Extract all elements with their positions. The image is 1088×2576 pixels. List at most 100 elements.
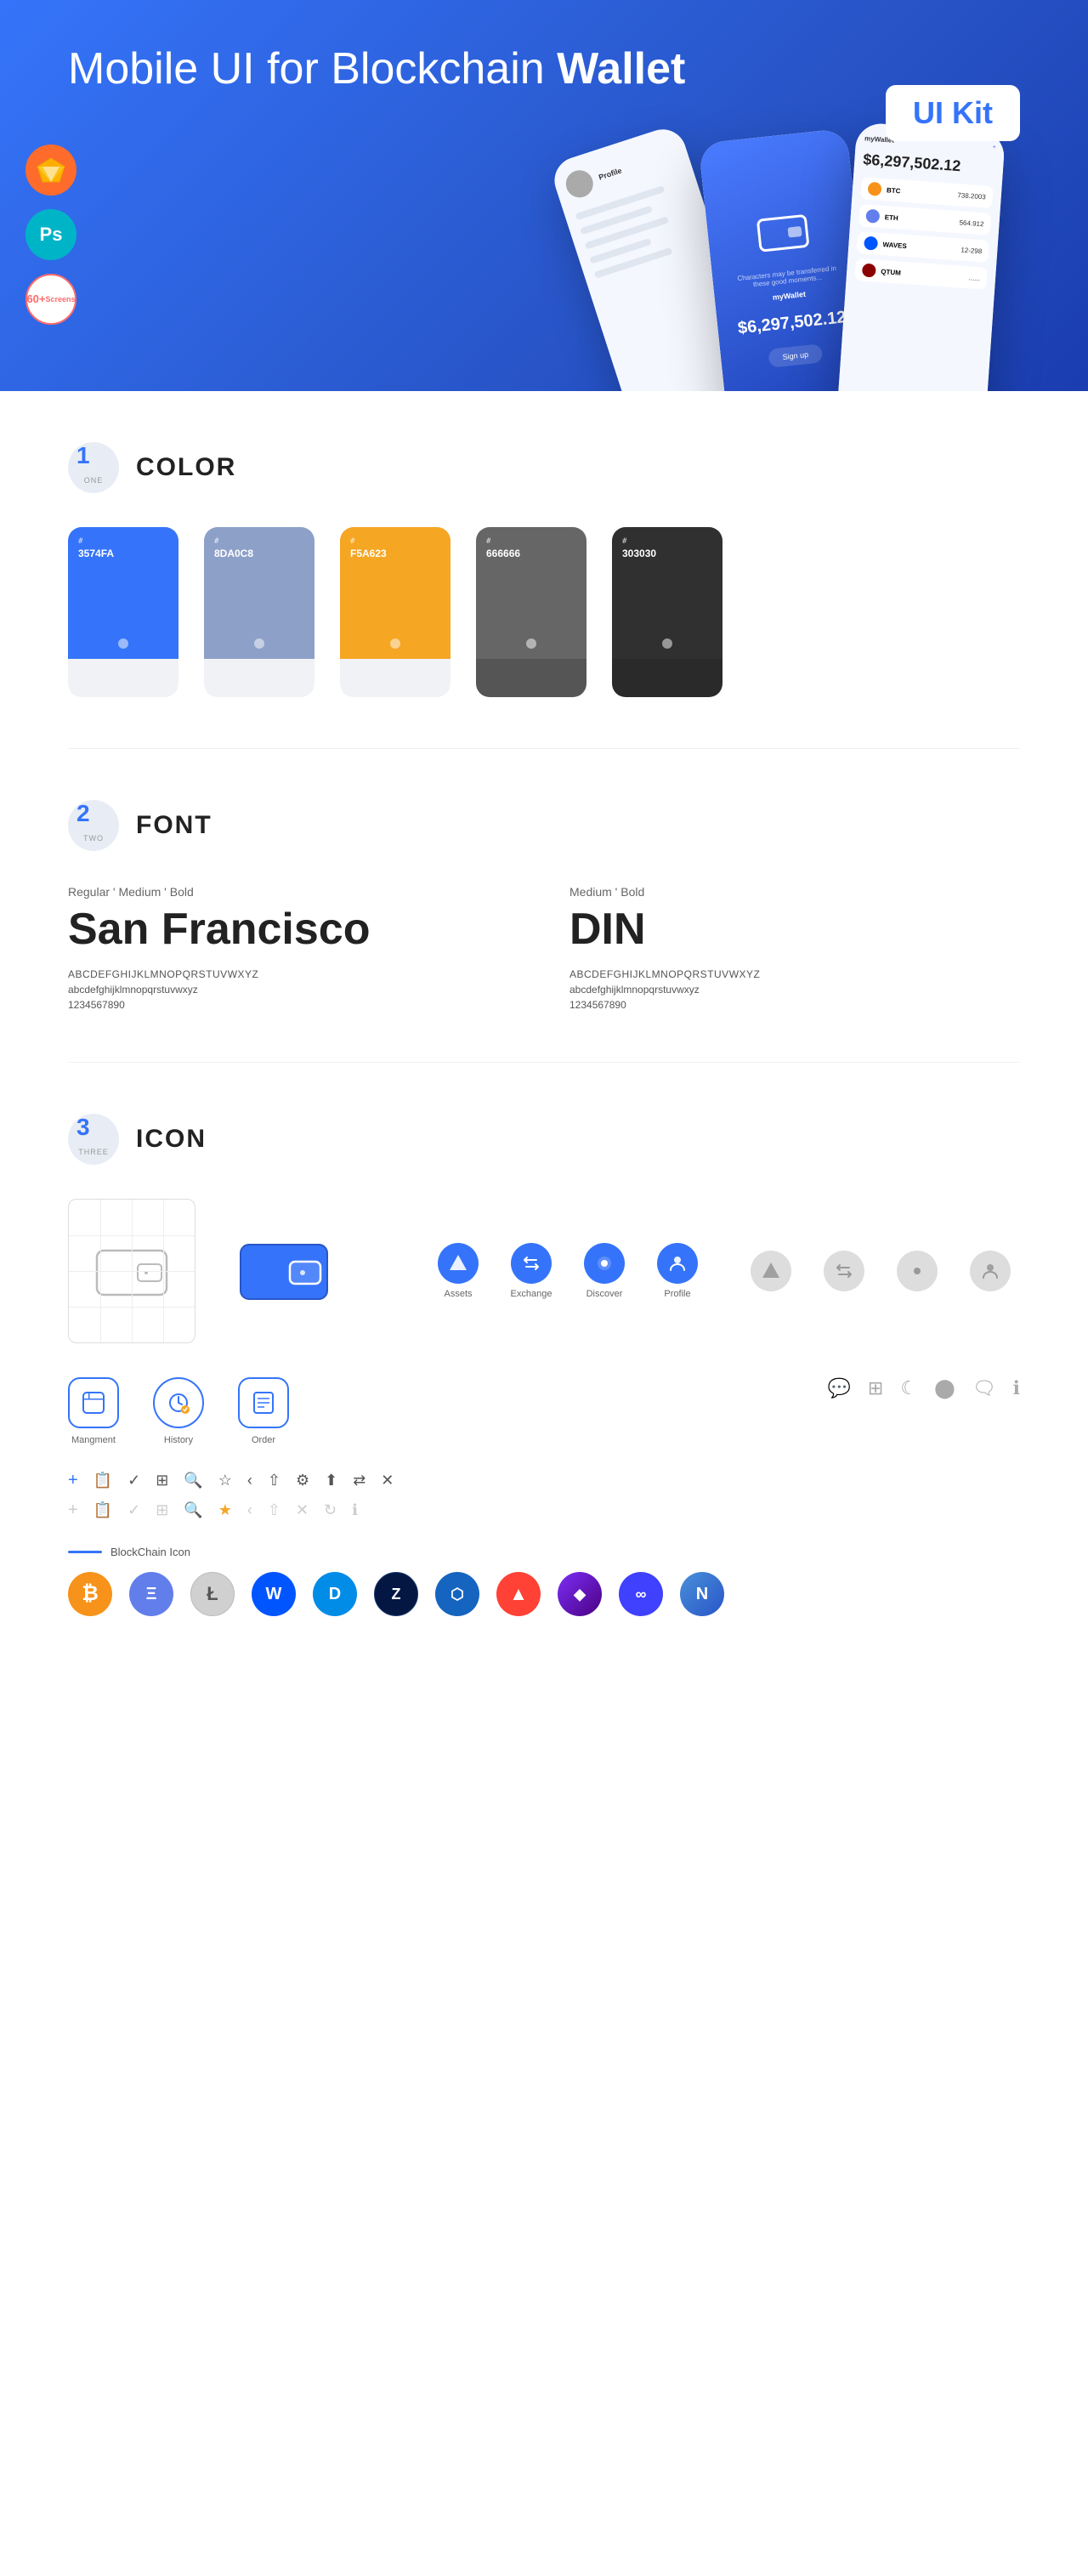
- qr-icon: ⊞: [156, 1472, 168, 1489]
- color-section: 1 ONE COLOR # 3574FA # 8DA0C8 # F5A623: [0, 391, 1088, 748]
- hero-title-regular: Mobile UI for Blockchain: [68, 44, 557, 94]
- plus-icon: +: [68, 1471, 78, 1490]
- color-swatches: # 3574FA # 8DA0C8 # F5A623 #: [68, 527, 1020, 697]
- clipboard-grey-icon: 📋: [94, 1501, 112, 1519]
- management-icon-box: [68, 1377, 119, 1428]
- font-section: 2 TWO FONT Regular ' Medium ' Bold San F…: [0, 749, 1088, 1062]
- icon-discover-grey: [887, 1251, 947, 1291]
- icon-wireframe: [68, 1199, 196, 1343]
- font-section-number: 2 TWO: [68, 800, 119, 851]
- icon-assets-grey: [741, 1251, 801, 1291]
- icon-profile: Profile: [648, 1243, 707, 1299]
- phone-right: myWallet + $6,297,502.12 BTC 738.2003: [836, 122, 1006, 391]
- check-icon: ✓: [128, 1472, 140, 1489]
- swatch-grey: # 666666: [476, 527, 586, 697]
- swatch-orange: # F5A623: [340, 527, 450, 697]
- crypto-nano: N: [680, 1572, 724, 1616]
- chevron-left-icon: ‹: [247, 1472, 252, 1489]
- qr-grey-icon: ⊞: [156, 1501, 168, 1519]
- icon-exchange: Exchange: [502, 1243, 561, 1299]
- hero-title: Mobile UI for Blockchain Wallet: [68, 43, 685, 95]
- hero-title-bold: Wallet: [557, 44, 685, 94]
- info-grey-icon: ℹ: [352, 1501, 358, 1519]
- font-san-francisco: Regular ' Medium ' Bold San Francisco AB…: [68, 885, 518, 1011]
- cross-grey-icon: ✕: [296, 1501, 309, 1519]
- share-icon: ⇧: [268, 1472, 280, 1489]
- redo-grey-icon: ↻: [324, 1501, 337, 1519]
- crypto-icons-row: ₿ Ξ Ł W D Z ⬡ ▲ ◆: [68, 1572, 1020, 1616]
- crypto-dash: D: [313, 1572, 357, 1616]
- layers-icon: ⊞: [868, 1377, 883, 1399]
- icon-colored-wallet: [221, 1199, 348, 1343]
- plus-grey-icon: +: [68, 1501, 78, 1520]
- clipboard-icon: 📋: [94, 1472, 112, 1489]
- chevron-left-grey-icon: ‹: [247, 1501, 252, 1519]
- sketch-badge: [26, 145, 76, 196]
- history-icon-circle: [153, 1377, 204, 1428]
- star-yellow-icon: ★: [218, 1501, 232, 1519]
- crypto-poly: ∞: [619, 1572, 663, 1616]
- screens-badge: 60+Screens: [26, 274, 76, 325]
- crypto-btc: ₿: [68, 1572, 112, 1616]
- upload-icon: ⬆: [325, 1472, 337, 1489]
- gear-icon: ⚙: [296, 1472, 309, 1489]
- assets-icon-grey: [751, 1251, 791, 1291]
- circle-icon: ⬤: [934, 1377, 955, 1399]
- hero-section: Mobile UI for Blockchain Wallet UI Kit P…: [0, 0, 1088, 391]
- swatch-blue: # 3574FA: [68, 527, 178, 697]
- search-icon: 🔍: [184, 1472, 202, 1489]
- section-header-icon: 3 THREE ICON: [68, 1114, 1020, 1165]
- icon-section-title: ICON: [136, 1125, 207, 1154]
- hero-badges: Ps 60+Screens: [26, 145, 76, 325]
- app-icon-management: Mangment: [68, 1377, 119, 1445]
- nav-icons-row: Assets Exchange Discover: [428, 1243, 707, 1299]
- utility-icons-grey-row: + 📋 ✓ ⊞ 🔍 ★ ‹ ⇧ ✕ ↻ ℹ: [68, 1501, 1020, 1520]
- app-icon-order: Order: [238, 1377, 289, 1445]
- icon-section-number: 3 THREE: [68, 1114, 119, 1165]
- crypto-zen: Z: [374, 1572, 418, 1616]
- section-header-font: 2 TWO FONT: [68, 800, 1020, 851]
- arrows-icon: ⇄: [353, 1472, 366, 1489]
- crypto-waves: W: [252, 1572, 296, 1616]
- ps-badge: Ps: [26, 209, 76, 260]
- utility-icons-row: + 📋 ✓ ⊞ 🔍 ☆ ‹ ⇧ ⚙ ⬆ ⇄ ✕: [68, 1471, 1020, 1490]
- ui-kit-badge: UI Kit: [886, 85, 1020, 141]
- blockchain-line: [68, 1551, 102, 1553]
- check-grey-icon: ✓: [128, 1501, 140, 1519]
- icon-main-row: Assets Exchange Discover: [68, 1199, 1020, 1343]
- moon-icon: ☾: [900, 1377, 917, 1399]
- profile-icon-circle: [657, 1243, 698, 1284]
- assets-icon-circle: [438, 1243, 479, 1284]
- color-section-title: COLOR: [136, 453, 236, 482]
- hero-phones: Profile Charact: [570, 136, 1003, 391]
- crypto-net: ⬡: [435, 1572, 479, 1616]
- order-icon-box: [238, 1377, 289, 1428]
- color-section-number: 1 ONE: [68, 442, 119, 493]
- icon-assets: Assets: [428, 1243, 488, 1299]
- app-icons-row: Mangment History: [68, 1377, 1020, 1445]
- font-section-title: FONT: [136, 811, 212, 840]
- icon-exchange-grey: [814, 1251, 874, 1291]
- crypto-gem: ◆: [558, 1572, 602, 1616]
- app-icon-history: History: [153, 1377, 204, 1445]
- icon-discover: Discover: [575, 1243, 634, 1299]
- info-icon: ℹ: [1013, 1377, 1020, 1399]
- section-header-color: 1 ONE COLOR: [68, 442, 1020, 493]
- swatch-dark: # 303030: [612, 527, 722, 697]
- search-grey-icon: 🔍: [184, 1501, 202, 1519]
- chat-icon: 💬: [828, 1377, 851, 1399]
- exchange-icon-grey: [824, 1251, 864, 1291]
- crypto-ark: ▲: [496, 1572, 541, 1616]
- icon-profile-grey: [960, 1251, 1020, 1291]
- font-grid: Regular ' Medium ' Bold San Francisco AB…: [68, 885, 1020, 1011]
- crypto-eth: Ξ: [129, 1572, 173, 1616]
- blockchain-label: BlockChain Icon: [68, 1546, 1020, 1558]
- discover-icon-circle: [584, 1243, 625, 1284]
- misc-icons-row1: 💬 ⊞ ☾ ⬤ 🗨 ℹ: [828, 1377, 1021, 1399]
- share-grey-icon: ⇧: [268, 1501, 280, 1519]
- icon-section: 3 THREE ICON: [0, 1063, 1088, 1667]
- exchange-icon-circle: [511, 1243, 552, 1284]
- font-din: Medium ' Bold DIN ABCDEFGHIJKLMNOPQRSTUV…: [570, 885, 1020, 1011]
- profile-icon-grey: [970, 1251, 1011, 1291]
- wallet-colored-svg: [237, 1233, 331, 1309]
